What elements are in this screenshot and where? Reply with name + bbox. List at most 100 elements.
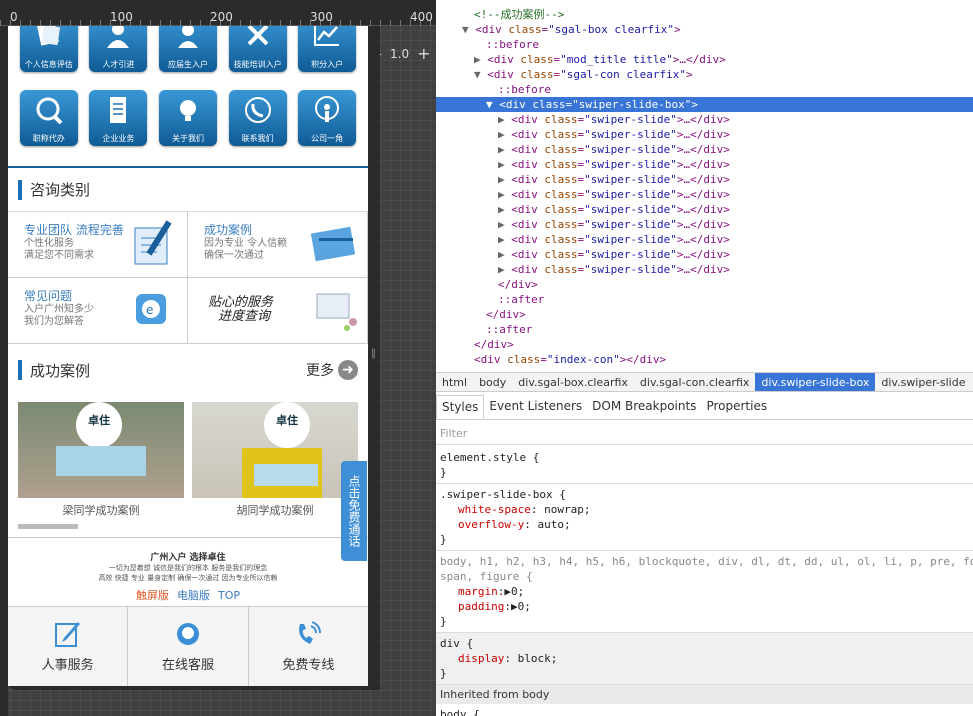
dom-node[interactable]: ▼ <div class="swiper-slide-box"> (436, 97, 973, 112)
dom-node[interactable]: <div class="index-con"></div> (436, 352, 973, 367)
expand-arrow-icon: ▶ (498, 248, 512, 261)
tab-event-listeners[interactable]: Event Listeners (484, 395, 587, 419)
headset-icon (176, 623, 199, 645)
sidebar-tabs: Styles Event Listeners DOM Breakpoints Prop… (436, 395, 973, 420)
zoom-in-icon[interactable]: + (417, 44, 430, 63)
dom-node[interactable]: ::before (436, 37, 973, 52)
more-link[interactable]: 更多 ➜ (306, 360, 358, 380)
style-rule[interactable]: div { display: block; } (436, 633, 973, 685)
pc-version-link[interactable]: 电脑版 (177, 589, 210, 602)
style-rule[interactable]: element.style {} (436, 447, 973, 484)
icon-tile-about[interactable]: 关于我们 (158, 90, 217, 146)
chart-icon (314, 26, 340, 46)
zoom-level: 1.0 (390, 46, 410, 61)
icon-tile-points[interactable]: 积分入户 (298, 26, 357, 72)
dom-node[interactable]: ▶ <div class="swiper-slide">…</div> (436, 112, 973, 127)
devtools-panel: <!--成功案例--> ▼ <div class="sgal-box clearf… (436, 0, 973, 716)
expand-arrow-icon: ▶ (498, 173, 512, 186)
breadcrumb-item[interactable]: div.sgal-box.clearfix (512, 373, 634, 391)
documents-icon (36, 26, 60, 46)
expand-arrow-icon: ▶ (498, 233, 512, 246)
dom-node[interactable]: ▶ <div class="swiper-slide">…</div> (436, 172, 973, 187)
dom-node[interactable]: ▼ <div class="sgal-con clearfix"> (436, 67, 973, 82)
icon-tile-gallery[interactable]: 公司一角 (298, 90, 357, 146)
dom-node[interactable]: ▶ <div class="swiper-slide">…</div> (436, 202, 973, 217)
document-icon (110, 97, 127, 123)
free-call-button[interactable]: 点击免费通话 (341, 461, 367, 561)
brand-logo: 卓住 (76, 402, 122, 448)
dom-node[interactable]: ▼ <div class="sgal-box clearfix"> (436, 22, 973, 37)
dom-node[interactable]: ▶ <div class="swiper-slide">…</div> (436, 217, 973, 232)
phone-icon (299, 621, 322, 644)
dom-node[interactable]: ▶ <div class="swiper-slide">…</div> (436, 187, 973, 202)
icon-row-1: 个人信息评估 人才引进 应届生入户 技能培训入户 积分入户 (8, 26, 368, 76)
breadcrumb-item[interactable]: html (436, 373, 473, 391)
dom-node[interactable]: ▶ <div class="swiper-slide">…</div> (436, 142, 973, 157)
ruler-label: 200 (210, 10, 233, 24)
tab-styles[interactable]: Styles (436, 395, 485, 419)
top-link[interactable]: TOP (218, 589, 240, 602)
icon-tile-talent[interactable]: 人才引进 (89, 26, 148, 72)
carousel-scrollbar[interactable] (18, 524, 78, 529)
case-card[interactable]: 卓住 梁同学成功案例 (18, 402, 184, 518)
style-rule[interactable]: body { (436, 704, 973, 716)
dom-node[interactable]: </div> (436, 277, 973, 292)
expand-arrow-icon: ▶ (474, 53, 488, 66)
vertical-ruler (0, 26, 8, 716)
expand-arrow-icon: ▼ (486, 98, 500, 111)
resize-grip[interactable]: ‖ (368, 26, 380, 690)
icon-tile-business[interactable]: 企业业务 (89, 90, 148, 146)
ie-tv-icon: e (136, 294, 166, 324)
dom-node[interactable]: ▶ <div class="swiper-slide">…</div> (436, 127, 973, 142)
arrow-right-icon: ➜ (338, 360, 358, 380)
consult-cell-cases[interactable]: 成功案例 因为专业 令人信赖 确保一次通过 (188, 212, 368, 278)
icon-tile-contact[interactable]: 联系我们 (228, 90, 287, 146)
dom-node[interactable]: ::before (436, 82, 973, 97)
dom-node[interactable]: ▶ <div class="swiper-slide">…</div> (436, 247, 973, 262)
expand-arrow-icon: ▶ (498, 263, 512, 276)
icon-tile-title-agency[interactable]: 职称代办 (19, 90, 78, 146)
dom-node[interactable]: ▶ <div class="swiper-slide">…</div> (436, 232, 973, 247)
nav-online-service[interactable]: 在线客服 (128, 607, 249, 686)
case-photo: 卓住 (18, 402, 184, 498)
nav-free-line[interactable]: 免费专线 (249, 607, 368, 686)
styles-filter-input[interactable]: Filter (436, 423, 973, 445)
icon-tile-graduate[interactable]: 应届生入户 (158, 26, 217, 72)
expand-arrow-icon: ▶ (498, 128, 512, 141)
consult-cell-progress[interactable]: 贴心的服务 进度查询 (188, 278, 368, 344)
case-card[interactable]: 卓住 胡同学成功案例 (192, 402, 358, 518)
dom-node[interactable]: <!--成功案例--> (436, 7, 973, 22)
card-icon (311, 226, 356, 262)
dom-node[interactable]: ::after (436, 322, 973, 337)
style-rule[interactable]: .swiper-slide-box { white-space: nowrap;… (436, 484, 973, 551)
nav-hr-service[interactable]: 人事服务 (8, 607, 129, 686)
scroll-pen-icon (316, 293, 357, 331)
dom-node[interactable]: ▶ <div class="mod_title title">…</div> (436, 52, 973, 67)
consult-cell-team[interactable]: 专业团队 流程完善 个性化服务 满足您不同需求 (8, 212, 188, 278)
search-icon (36, 97, 63, 124)
tab-dom-breakpoints[interactable]: DOM Breakpoints (587, 395, 701, 419)
breadcrumb-item[interactable]: div.swiper-slide-box (755, 373, 876, 391)
breadcrumb-item[interactable]: div.sgal-con.clearfix (634, 373, 756, 391)
ruler-label: 0 (10, 10, 18, 24)
phone-icon (244, 97, 271, 123)
dom-node[interactable]: ▶ <div class="swiper-slide">…</div> (436, 262, 973, 277)
cases-section-title: 成功案例 更多 ➜ (8, 348, 368, 392)
horizontal-ruler: 0 100 200 300 400 (0, 0, 436, 26)
tab-properties[interactable]: Properties (701, 395, 772, 419)
dom-node[interactable]: ::after (436, 292, 973, 307)
dom-node[interactable]: </div> (436, 307, 973, 322)
breadcrumb: html body div.sgal-box.clearfix div.sgal-co… (436, 372, 973, 392)
breadcrumb-item[interactable]: body (473, 373, 512, 391)
touch-version-link[interactable]: 触屏版 (136, 589, 169, 602)
cases-carousel[interactable]: 卓住 梁同学成功案例 卓住 胡同学成功案例 (8, 392, 368, 518)
icon-tile-personal-assessment[interactable]: 个人信息评估 (19, 26, 78, 72)
icon-tile-skills[interactable]: 技能培训入户 (228, 26, 287, 72)
breadcrumb-item[interactable]: div.swiper-slide (875, 373, 971, 391)
style-rule[interactable]: body, h1, h2, h3, h4, h5, h6, blockquote… (436, 551, 973, 633)
expand-arrow-icon: ▶ (498, 113, 512, 126)
dom-node[interactable]: </div> (436, 337, 973, 352)
dom-node[interactable]: ▶ <div class="swiper-slide">…</div> (436, 157, 973, 172)
user-icon (177, 26, 198, 48)
consult-cell-faq[interactable]: 常见问题 入户广州知多少 我们为您解答 e (8, 278, 188, 344)
